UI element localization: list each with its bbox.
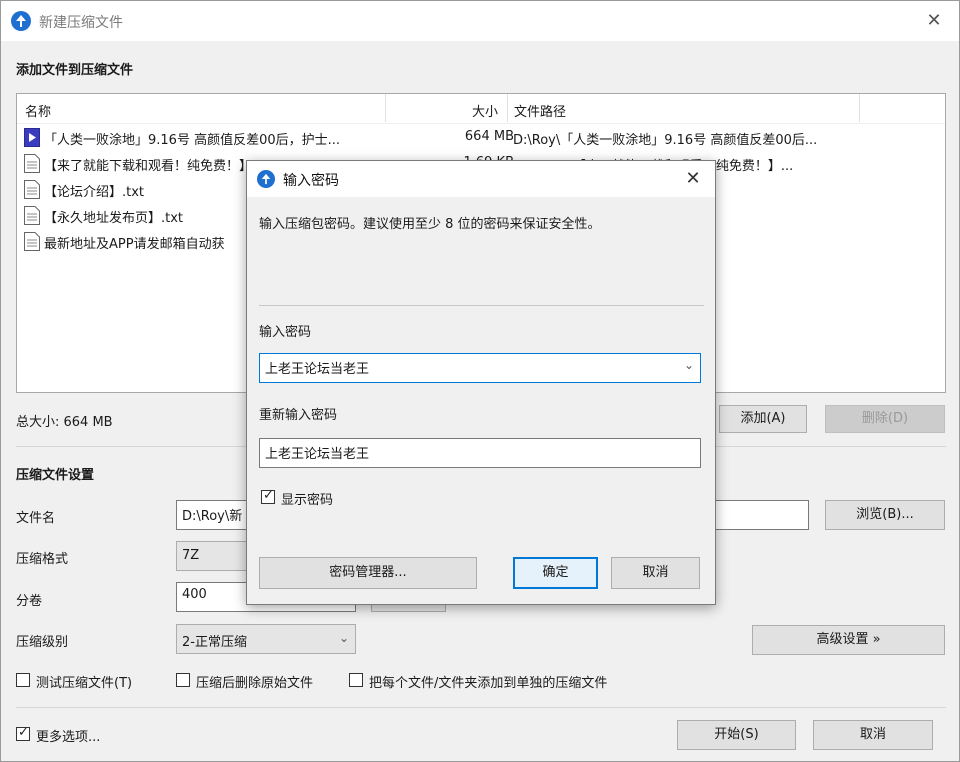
video-file-icon <box>24 128 40 147</box>
delete-after-checkbox[interactable] <box>176 673 190 687</box>
app-logo-icon <box>11 11 31 31</box>
start-button[interactable]: 开始(S) <box>677 720 796 750</box>
level-select[interactable]: 2-正常压缩 ⌄ <box>176 624 356 654</box>
volume-label: 分卷 <box>16 594 43 609</box>
file-row[interactable]: 「人类一败涂地」9.16号 高颜值反差00后，护士... 664 MB D:\R… <box>17 125 945 151</box>
ok-button[interactable]: 确定 <box>513 557 598 589</box>
column-divider[interactable] <box>507 94 508 122</box>
password-dialog: 输入密码 ✕ 输入压缩包密码。建议使用至少 8 位的密码来保证安全性。 输入密码… <box>246 160 716 605</box>
app-logo-icon <box>257 170 275 188</box>
reenter-password-input[interactable]: 上老王论坛当老王 <box>259 438 701 468</box>
test-archive-label[interactable]: 测试压缩文件(T) <box>36 672 132 691</box>
divider <box>16 707 946 708</box>
more-options-checkbox[interactable] <box>16 725 30 741</box>
show-password-label[interactable]: 显示密码 <box>281 489 333 508</box>
file-size: 664 MB <box>464 129 514 144</box>
window-close-icon[interactable]: ✕ <box>919 7 949 35</box>
dialog-titlebar: 输入密码 ✕ <box>247 161 715 197</box>
password-manager-button[interactable]: 密码管理器... <box>259 557 477 589</box>
chevron-down-icon: ⌄ <box>338 631 349 645</box>
total-size-label: 总大小: 664 MB <box>16 415 113 430</box>
show-password-checkbox[interactable] <box>261 488 275 504</box>
more-options-label[interactable]: 更多选项... <box>36 726 100 745</box>
text-file-icon <box>24 180 40 199</box>
divider <box>259 305 704 306</box>
add-files-section-title: 添加文件到压缩文件 <box>16 63 134 78</box>
column-divider[interactable] <box>859 94 860 122</box>
dialog-cancel-button[interactable]: 取消 <box>611 557 700 589</box>
window-title: 新建压缩文件 <box>39 15 123 31</box>
file-path: D:\Roy\「人类一败涂地」9.16号 高颜值反差00后... <box>513 133 818 148</box>
format-label: 压缩格式 <box>16 552 69 567</box>
text-file-icon <box>24 206 40 225</box>
column-header-size[interactable]: 大小 <box>472 101 498 120</box>
level-select-value: 2-正常压缩 <box>182 635 247 650</box>
dialog-description: 输入压缩包密码。建议使用至少 8 位的密码来保证安全性。 <box>259 217 601 232</box>
text-file-icon <box>24 232 40 251</box>
column-header-name[interactable]: 名称 <box>25 101 51 120</box>
add-button[interactable]: 添加(A) <box>719 405 807 433</box>
format-select-value: 7Z <box>182 548 200 563</box>
text-file-icon <box>24 154 40 173</box>
separate-archives-checkbox[interactable] <box>349 673 363 687</box>
file-list-header: 名称 大小 文件路径 <box>17 94 945 124</box>
chevron-down-icon[interactable]: ⌄ <box>684 358 694 372</box>
password-input[interactable]: 上老王论坛当老王 ⌄ <box>259 353 701 383</box>
column-divider[interactable] <box>385 94 386 122</box>
password-value: 上老王论坛当老王 <box>265 362 370 377</box>
cancel-button[interactable]: 取消 <box>813 720 933 750</box>
settings-section-title: 压缩文件设置 <box>16 468 95 483</box>
level-label: 压缩级别 <box>16 635 69 650</box>
delete-after-label[interactable]: 压缩后删除原始文件 <box>196 672 313 691</box>
file-name: 「人类一败涂地」9.16号 高颜值反差00后，护士... <box>44 133 341 148</box>
dialog-title: 输入密码 <box>283 173 339 189</box>
filename-label: 文件名 <box>16 511 56 526</box>
reenter-password-label: 重新输入密码 <box>259 408 338 423</box>
browse-button[interactable]: 浏览(B)... <box>825 500 945 530</box>
test-archive-checkbox[interactable] <box>16 673 30 687</box>
password-label: 输入密码 <box>259 325 312 340</box>
dialog-close-icon[interactable]: ✕ <box>679 165 707 193</box>
separate-archives-label[interactable]: 把每个文件/文件夹添加到单独的压缩文件 <box>369 672 607 691</box>
advanced-settings-button[interactable]: 高级设置 » <box>752 625 945 655</box>
column-header-path[interactable]: 文件路径 <box>514 101 566 120</box>
delete-button[interactable]: 删除(D) <box>825 405 945 433</box>
window-titlebar: 新建压缩文件 ✕ <box>1 1 959 41</box>
